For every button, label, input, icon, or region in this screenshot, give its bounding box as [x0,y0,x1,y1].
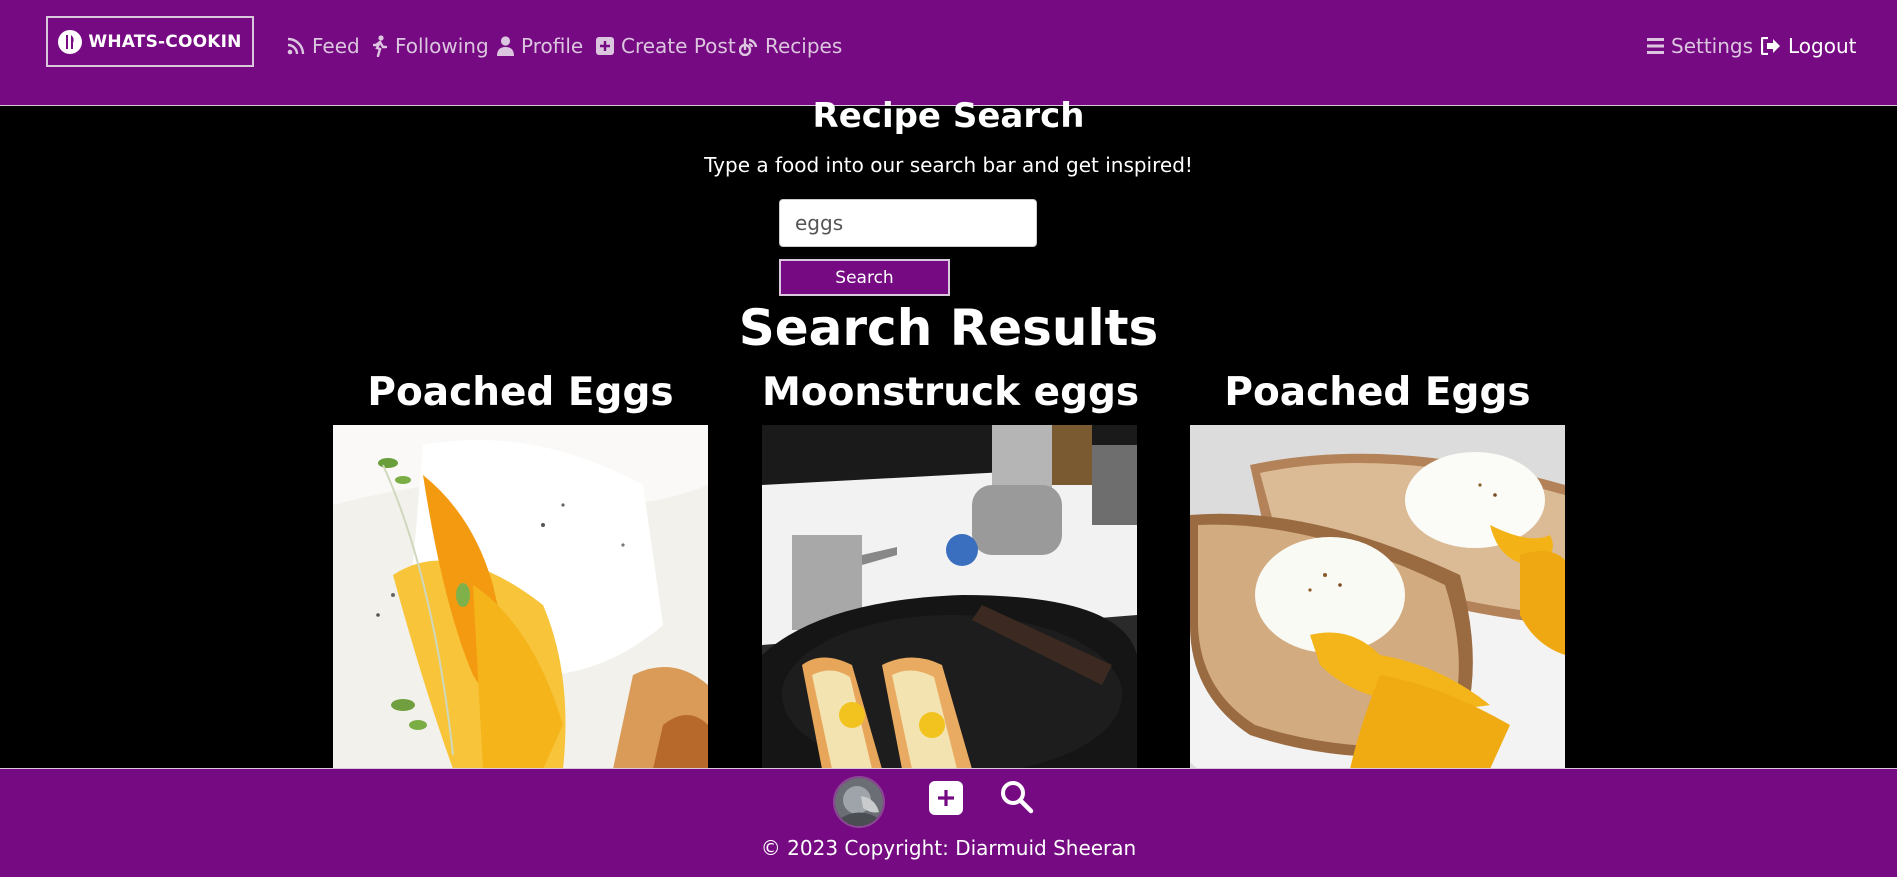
recipe-image-moonstruck-eggs[interactable] [762,425,1137,769]
brand-name: WHATS-COOKIN [88,31,242,52]
recipe-card-title: Poached Eggs [1224,370,1531,415]
sign-out-icon [1761,37,1780,55]
nav-profile-label: Profile [521,34,584,58]
page-subtitle: Type a food into our search bar and get … [704,153,1193,177]
nav-logout[interactable]: Logout [1761,30,1856,62]
profile-avatar-image [835,778,883,826]
nav-settings[interactable]: Settings [1647,30,1753,62]
recipe-card[interactable]: Moonstruck eggs [762,368,1140,769]
plus-icon [938,790,954,806]
nav-create-post[interactable]: Create Post [596,30,736,62]
bottom-footer: © 2023 Copyright: Diarmuid Sheeran [0,768,1897,877]
add-post-button[interactable] [929,781,963,815]
avatar[interactable] [833,776,885,828]
nav-feed-label: Feed [312,34,360,58]
nav-create-post-label: Create Post [621,34,736,58]
recipe-card[interactable]: Poached Eggs [333,368,708,769]
user-icon [497,36,514,56]
nav-following[interactable]: Following [373,30,489,62]
nav-recipes-label: Recipes [765,34,843,58]
walking-icon [373,35,388,57]
blog-icon [739,37,758,56]
top-navbar: WHATS-COOKIN Feed Following Profile Crea… [0,0,1897,106]
nav-feed[interactable]: Feed [287,30,360,62]
results-title: Search Results [738,299,1159,357]
search-input[interactable] [779,199,1037,247]
nav-profile[interactable]: Profile [497,30,583,62]
bars-icon [1647,38,1664,54]
search-footer-button[interactable] [999,779,1035,815]
copyright-text: © 2023 Copyright: Diarmuid Sheeran [760,836,1137,860]
utensils-icon [58,29,83,54]
nav-recipes[interactable]: Recipes [739,30,842,62]
recipe-image-poached-eggs[interactable] [333,425,708,769]
nav-following-label: Following [395,34,489,58]
plus-square-icon [596,37,614,55]
recipe-card-title: Poached Eggs [367,370,674,415]
rss-icon [287,37,305,55]
page-title: Recipe Search [812,96,1085,136]
nav-settings-label: Settings [1671,34,1754,58]
recipe-card-title: Moonstruck eggs [762,370,1140,415]
search-button[interactable]: Search [779,259,950,296]
recipe-card[interactable]: Poached Eggs [1190,368,1565,769]
brand-logo[interactable]: WHATS-COOKIN [46,16,254,67]
search-icon [1001,781,1034,814]
recipe-image-poached-eggs-toast[interactable] [1190,425,1565,769]
nav-logout-label: Logout [1788,34,1857,58]
